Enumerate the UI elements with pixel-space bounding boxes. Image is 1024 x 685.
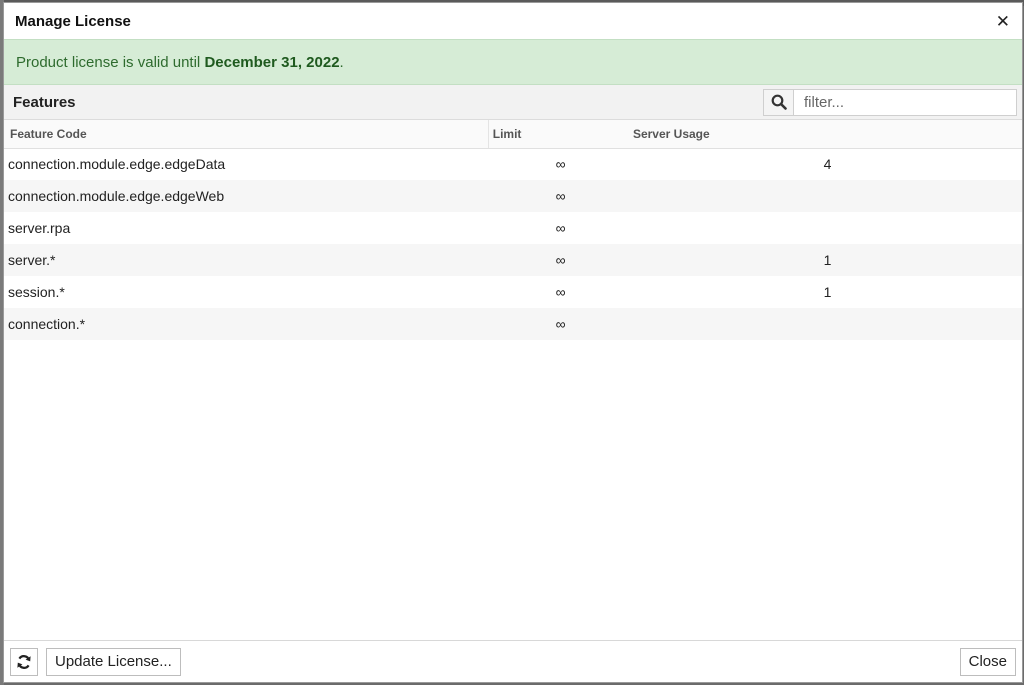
license-expiry-date: December 31, 2022 xyxy=(204,53,340,71)
refresh-icon xyxy=(17,654,31,669)
features-heading: Features xyxy=(13,93,76,111)
column-header-limit[interactable]: Limit xyxy=(487,120,633,149)
feature-code-cell: server.rpa xyxy=(8,220,71,236)
alert-prefix: Product license is valid until xyxy=(16,53,205,71)
server-usage-cell: 4 xyxy=(823,156,832,173)
table-row[interactable]: connection.module.edge.edgeWeb ∞ xyxy=(4,180,1022,212)
filter-box xyxy=(763,88,1017,116)
table-row[interactable]: server.rpa ∞ xyxy=(4,212,1022,244)
dialog-titlebar: Manage License ✕ xyxy=(4,3,1022,39)
limit-cell: ∞ xyxy=(555,316,566,332)
column-header-server-usage[interactable]: Server Usage xyxy=(632,120,1022,149)
server-usage-cell xyxy=(633,180,1022,212)
close-icon[interactable]: ✕ xyxy=(996,13,1010,30)
table-row[interactable]: server.* ∞ 1 xyxy=(4,244,1022,276)
feature-code-cell: connection.module.edge.edgeData xyxy=(8,156,226,173)
server-usage-cell xyxy=(633,212,1022,244)
features-table-container: Feature Code Limit Server Usage connecti… xyxy=(4,120,1022,640)
server-usage-cell: 1 xyxy=(823,284,832,300)
server-usage-cell: 1 xyxy=(823,252,832,268)
filter-input[interactable] xyxy=(794,89,1016,115)
feature-code-cell: session.* xyxy=(8,284,65,300)
manage-license-dialog: Manage License ✕ Product license is vali… xyxy=(3,2,1023,683)
feature-code-cell: server.* xyxy=(8,252,56,268)
table-row[interactable]: connection.* ∞ xyxy=(4,308,1022,340)
limit-cell: ∞ xyxy=(555,252,566,268)
limit-cell: ∞ xyxy=(555,284,566,300)
features-header: Features xyxy=(4,85,1022,120)
refresh-button[interactable] xyxy=(10,647,38,676)
features-table: Feature Code Limit Server Usage connecti… xyxy=(4,120,1022,340)
limit-cell: ∞ xyxy=(555,156,566,173)
close-button[interactable]: Close xyxy=(959,647,1016,676)
footer-left-actions: Update License... xyxy=(10,647,181,676)
server-usage-cell xyxy=(633,308,1022,340)
dialog-footer: Update License... Close xyxy=(4,640,1022,682)
alert-suffix: . xyxy=(339,53,344,71)
table-row[interactable]: connection.module.edge.edgeData ∞ 4 xyxy=(4,148,1022,180)
limit-cell: ∞ xyxy=(555,188,566,204)
table-row[interactable]: session.* ∞ 1 xyxy=(4,276,1022,308)
column-header-feature-code[interactable]: Feature Code xyxy=(4,120,489,149)
feature-code-cell: connection.* xyxy=(8,316,86,332)
search-icon[interactable] xyxy=(764,89,794,115)
license-status-alert: Product license is valid until December … xyxy=(4,39,1022,85)
feature-code-cell: connection.module.edge.edgeWeb xyxy=(8,188,225,204)
update-license-button[interactable]: Update License... xyxy=(46,647,181,676)
limit-cell: ∞ xyxy=(555,220,566,236)
table-header-row: Feature Code Limit Server Usage xyxy=(4,120,1022,149)
dialog-title: Manage License xyxy=(15,12,131,30)
